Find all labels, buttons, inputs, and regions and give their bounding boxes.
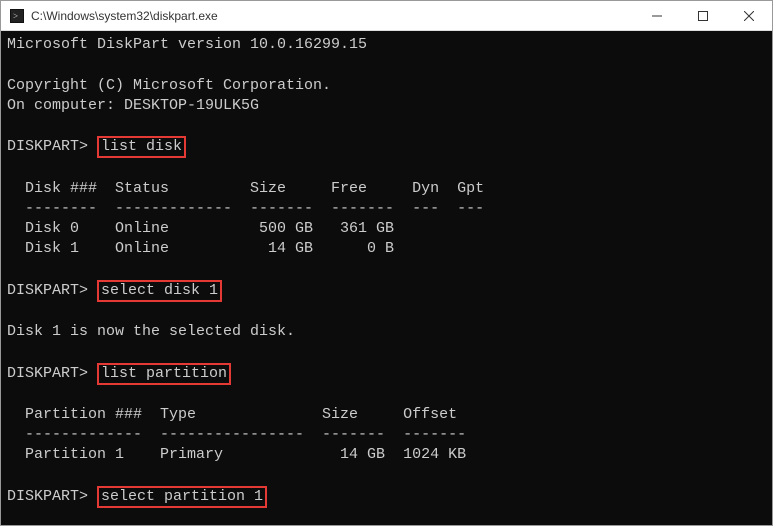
minimize-icon: [652, 11, 662, 21]
prompt-3: DISKPART>: [7, 365, 88, 382]
disk-table-row: Disk 1 Online 14 GB 0 B: [7, 240, 394, 257]
close-button[interactable]: [726, 1, 772, 30]
window-frame: > C:\Windows\system32\diskpart.exe Micro…: [0, 0, 773, 526]
message-selected-disk: Disk 1 is now the selected disk.: [7, 323, 295, 340]
minimize-button[interactable]: [634, 1, 680, 30]
disk-table-divider: -------- ------------- ------- ------- -…: [7, 200, 484, 217]
titlebar[interactable]: > C:\Windows\system32\diskpart.exe: [1, 1, 772, 31]
partition-table-row: Partition 1 Primary 14 GB 1024 KB: [7, 446, 466, 463]
partition-table-header: Partition ### Type Size Offset: [7, 406, 457, 423]
computer-line: On computer: DESKTOP-19ULK5G: [7, 97, 259, 114]
window-controls: [634, 1, 772, 30]
command-select-partition: select partition 1: [97, 486, 267, 508]
disk-table-row: Disk 0 Online 500 GB 361 GB: [7, 220, 394, 237]
prompt-1: DISKPART>: [7, 138, 88, 155]
copyright-line: Copyright (C) Microsoft Corporation.: [7, 77, 331, 94]
prompt-4: DISKPART>: [7, 488, 88, 505]
console-icon: >: [9, 8, 25, 24]
maximize-icon: [698, 11, 708, 21]
maximize-button[interactable]: [680, 1, 726, 30]
svg-text:>: >: [13, 11, 18, 21]
partition-table-divider: ------------- ---------------- ------- -…: [7, 426, 466, 443]
window-title: C:\Windows\system32\diskpart.exe: [31, 9, 634, 23]
command-list-disk: list disk: [97, 136, 186, 158]
command-select-disk: select disk 1: [97, 280, 222, 302]
version-line: Microsoft DiskPart version 10.0.16299.15: [7, 36, 367, 53]
prompt-2: DISKPART>: [7, 282, 88, 299]
close-icon: [744, 11, 754, 21]
disk-table-header: Disk ### Status Size Free Dyn Gpt: [7, 180, 484, 197]
command-list-partition: list partition: [97, 363, 231, 385]
terminal-output[interactable]: Microsoft DiskPart version 10.0.16299.15…: [1, 31, 772, 525]
